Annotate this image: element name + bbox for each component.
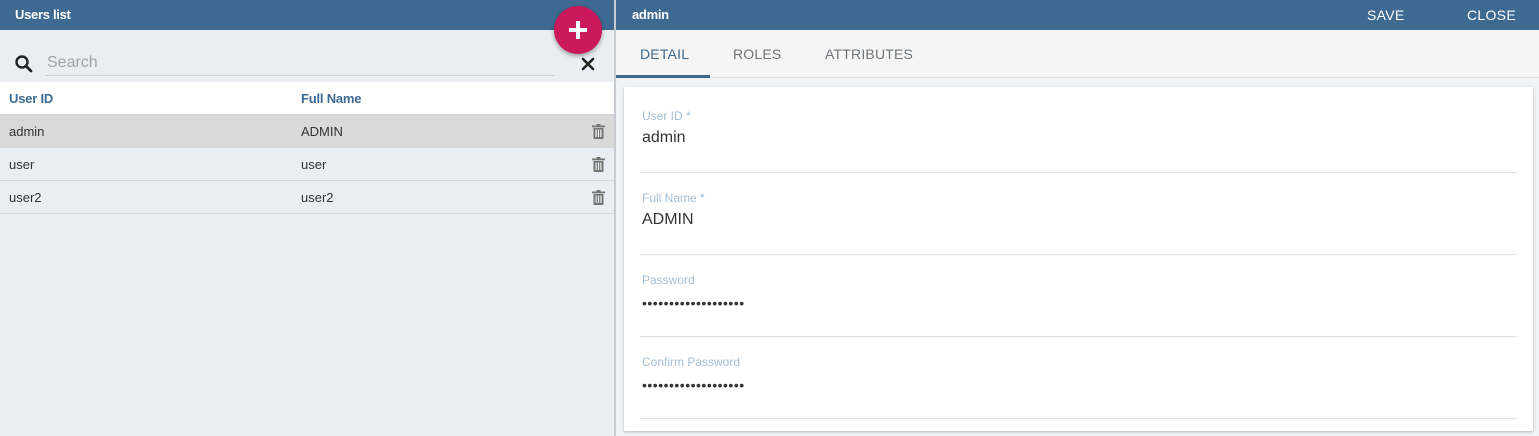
user-detail-header: admin SAVE CLOSE [616, 0, 1539, 30]
tab-detail[interactable]: DETAIL [640, 46, 689, 62]
users-table-body: admin ADMIN user user user2 user2 [0, 115, 614, 214]
search-bar [0, 44, 614, 82]
column-header-full-name[interactable]: Full Name [301, 91, 362, 106]
users-table-header: User ID Full Name [0, 82, 614, 115]
close-button[interactable]: CLOSE [1467, 7, 1516, 23]
user-id-value[interactable]: admin [642, 129, 686, 147]
cell-user-id: admin [9, 124, 45, 139]
confirm-password-label: Confirm Password [642, 355, 741, 369]
full-name-label: Full Name * [642, 191, 705, 205]
password-value[interactable]: ••••••••••••••••••• [642, 295, 745, 311]
field-underline [640, 418, 1517, 419]
app-root: Users list User ID Full Name [0, 0, 1539, 436]
detail-form-card: User ID * admin Full Name * ADMIN Passwo… [624, 87, 1533, 431]
users-list-header: Users list [0, 0, 614, 30]
user-detail-title: admin [632, 7, 669, 22]
user-detail-panel: admin SAVE CLOSE DETAIL ROLES ATTRIBUTES… [616, 0, 1539, 436]
cell-user-id: user2 [9, 190, 42, 205]
search-icon [15, 55, 33, 73]
trash-icon[interactable] [592, 124, 605, 139]
field-underline [640, 336, 1517, 337]
password-field[interactable]: Password ••••••••••••••••••• [640, 273, 1517, 337]
table-row[interactable]: user2 user2 [0, 181, 614, 214]
plus-icon [569, 21, 587, 39]
cell-full-name: user2 [301, 190, 334, 205]
tab-attributes[interactable]: ATTRIBUTES [825, 46, 913, 62]
close-icon[interactable] [581, 57, 595, 71]
user-id-field[interactable]: User ID * admin [640, 109, 1517, 173]
active-tab-indicator [616, 75, 710, 78]
field-underline [640, 254, 1517, 255]
tab-roles[interactable]: ROLES [733, 46, 781, 62]
search-input[interactable] [45, 50, 554, 76]
users-list-panel: Users list User ID Full Name [0, 0, 614, 436]
cell-user-id: user [9, 157, 35, 172]
detail-tabs: DETAIL ROLES ATTRIBUTES [616, 30, 1539, 78]
column-header-user-id[interactable]: User ID [9, 91, 53, 106]
trash-icon[interactable] [592, 157, 605, 172]
save-button[interactable]: SAVE [1367, 7, 1405, 23]
table-row[interactable]: admin ADMIN [0, 115, 614, 148]
full-name-field[interactable]: Full Name * ADMIN [640, 191, 1517, 255]
confirm-password-field[interactable]: Confirm Password ••••••••••••••••••• [640, 355, 1517, 419]
cell-full-name: ADMIN [301, 124, 343, 139]
table-row[interactable]: user user [0, 148, 614, 181]
confirm-password-value[interactable]: ••••••••••••••••••• [642, 377, 745, 393]
users-list-title: Users list [15, 7, 71, 22]
full-name-value[interactable]: ADMIN [642, 211, 694, 229]
cell-full-name: user [301, 157, 327, 172]
user-id-label: User ID * [642, 109, 691, 123]
field-underline [640, 172, 1517, 173]
trash-icon[interactable] [592, 190, 605, 205]
password-label: Password [642, 273, 695, 287]
